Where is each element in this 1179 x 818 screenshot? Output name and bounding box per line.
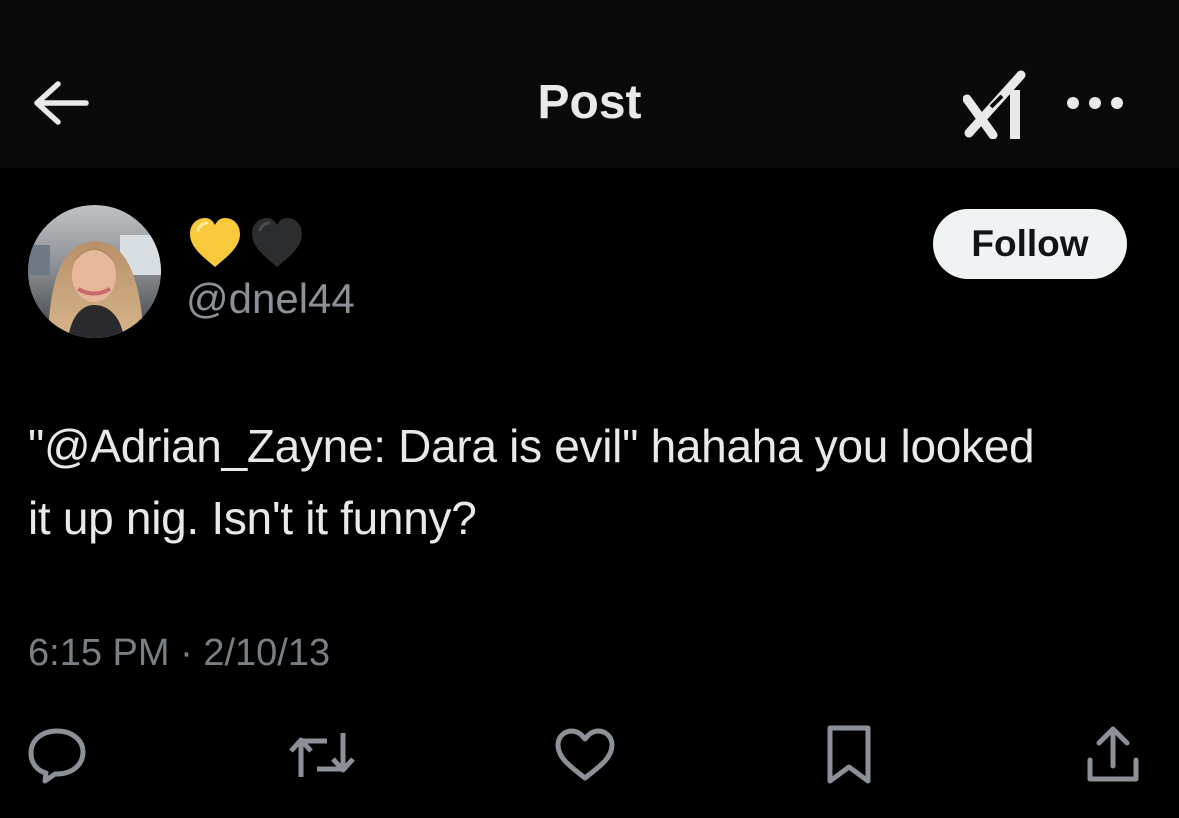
post-text-line-2: it up nig. Isn't it funny? <box>28 492 477 544</box>
reply-button[interactable] <box>24 722 90 788</box>
post-date: 2/10/13 <box>203 632 331 674</box>
post-time: 6:15 PM <box>28 632 170 674</box>
back-button[interactable] <box>28 72 94 134</box>
avatar[interactable] <box>28 205 161 338</box>
arrow-left-icon <box>34 81 89 125</box>
follow-button[interactable]: Follow <box>933 209 1127 279</box>
post-text: "@Adrian_Zayne: Dara is evil" hahaha you… <box>28 410 1153 554</box>
timestamp-separator: · <box>180 632 193 674</box>
like-icon <box>555 728 615 781</box>
share-icon <box>1087 726 1139 782</box>
black-heart-icon <box>252 218 302 267</box>
repost-icon <box>289 733 355 777</box>
top-navigation-bar: Post <box>0 0 1179 168</box>
user-handle[interactable]: @dnel44 <box>186 274 355 324</box>
reply-icon <box>28 728 86 784</box>
grok-logo-icon <box>963 70 1026 139</box>
display-name <box>186 214 306 272</box>
like-button[interactable] <box>552 722 618 788</box>
grok-button[interactable] <box>960 66 1036 142</box>
share-button[interactable] <box>1080 722 1146 788</box>
post-text-line-1: "@Adrian_Zayne: Dara is evil" hahaha you… <box>28 420 1035 472</box>
yellow-heart-icon <box>190 218 240 267</box>
bookmark-button[interactable] <box>816 722 882 788</box>
post-timestamp: 6:15 PM · 2/10/13 <box>28 627 330 679</box>
bookmark-icon <box>827 725 871 784</box>
more-options-button[interactable] <box>1060 78 1130 128</box>
avatar-photo <box>28 205 161 338</box>
repost-button[interactable] <box>286 722 358 788</box>
more-horizontal-icon <box>1067 97 1123 109</box>
